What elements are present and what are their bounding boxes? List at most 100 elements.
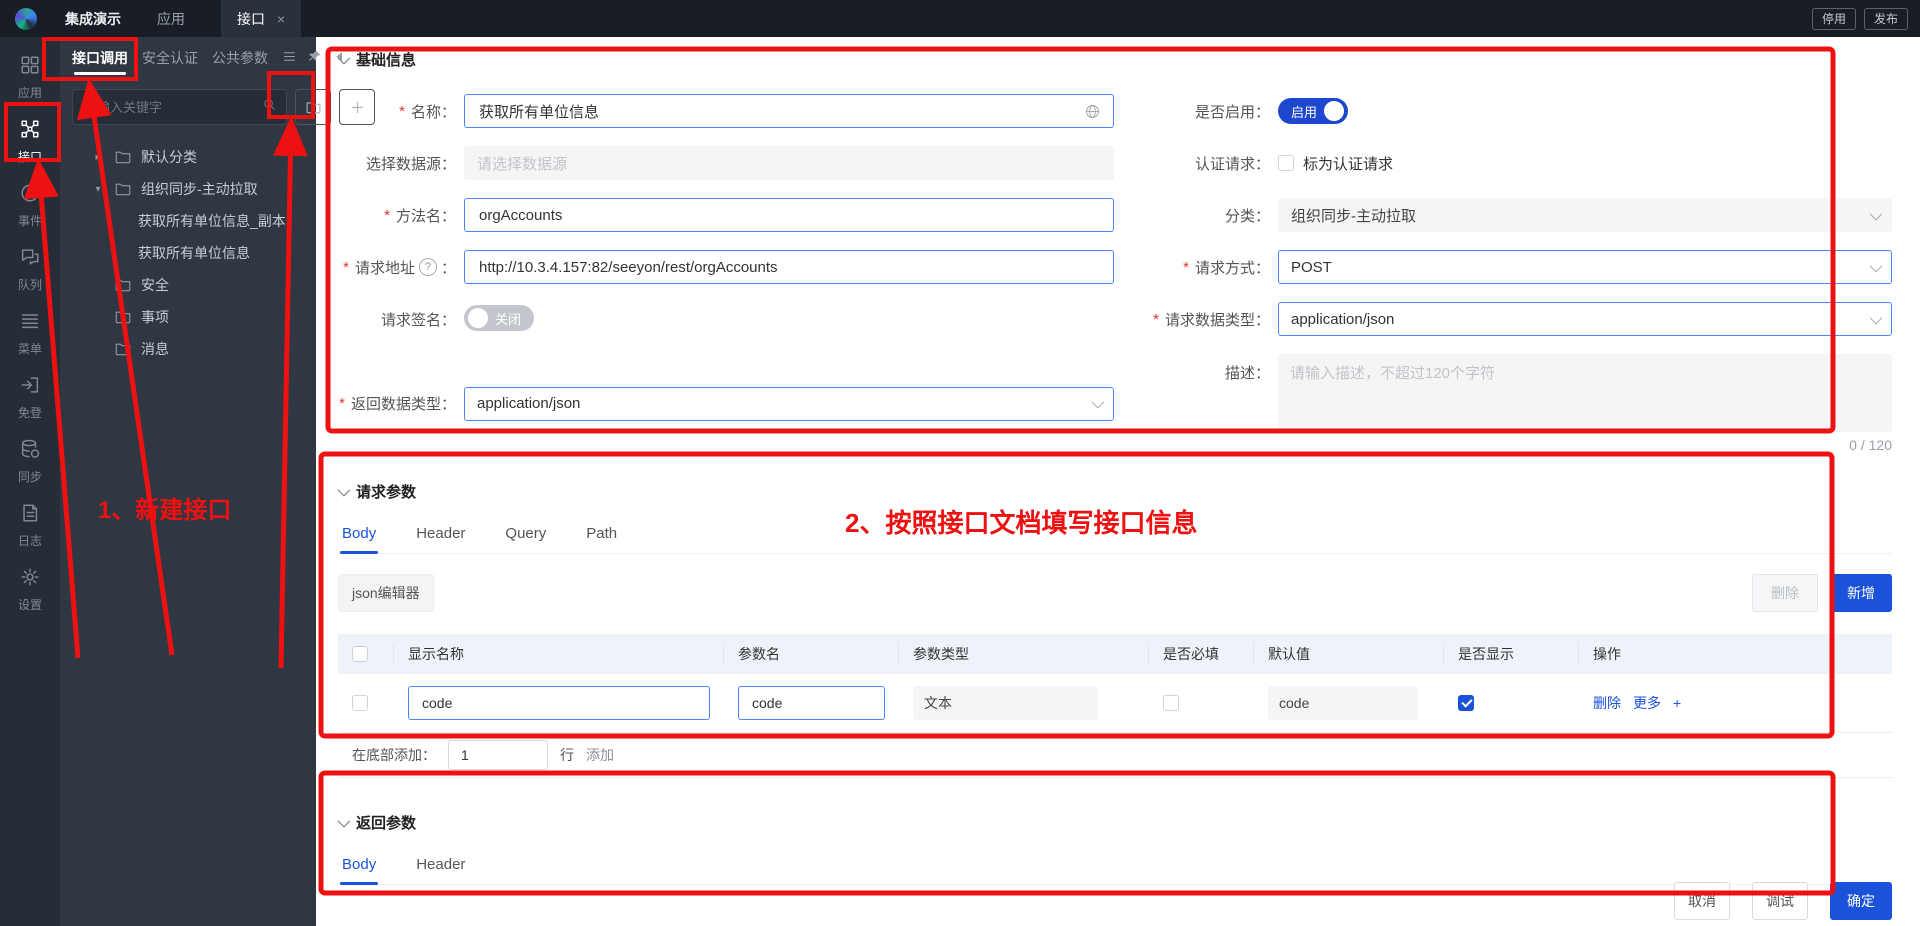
datasource-field[interactable]: 请选择数据源 <box>464 146 1114 180</box>
section-request-header[interactable]: 请求参数 <box>337 481 1892 502</box>
section-basic-header[interactable]: 基础信息 <box>337 49 1892 70</box>
section-return-header[interactable]: 返回参数 <box>337 812 1892 833</box>
rail-item-events[interactable]: 事件 <box>0 173 60 237</box>
rail-item-label: 应用 <box>17 85 42 100</box>
rail-item-api[interactable]: 接口 <box>0 109 60 173</box>
publish-button[interactable]: 发布 <box>1863 7 1908 30</box>
resp-type-select[interactable]: application/json <box>464 386 1114 421</box>
disable-button[interactable]: 停用 <box>1811 7 1856 30</box>
tree-item-label: 组织同步-主动拉取 <box>141 181 258 197</box>
row-add-link[interactable]: + <box>1673 695 1681 711</box>
row-checkbox[interactable] <box>352 695 368 711</box>
auth-checkbox-label: 标为认证请求 <box>1303 155 1394 173</box>
http-method-select[interactable]: POST <box>1278 250 1892 284</box>
rail-item-logs[interactable]: 日志 <box>0 493 60 557</box>
search-input[interactable] <box>82 98 262 116</box>
list-icon[interactable] <box>282 49 297 67</box>
alert-circle-icon <box>19 182 41 207</box>
pin-icon[interactable] <box>307 49 322 67</box>
auth-checkbox[interactable] <box>1278 155 1294 171</box>
tab-api-call[interactable]: 接口调用 <box>72 37 128 79</box>
url-input[interactable] <box>477 257 1101 277</box>
tree-item-folder[interactable]: 安全 <box>60 269 316 301</box>
tab-header[interactable]: Header <box>414 516 467 553</box>
rail-item-sync[interactable]: 同步 <box>0 429 60 493</box>
delete-button[interactable]: 删除 <box>1752 574 1818 612</box>
name-input[interactable] <box>477 101 1076 121</box>
tree-item-folder[interactable]: 消息 <box>60 333 316 365</box>
param-name-input[interactable] <box>750 694 873 712</box>
nav-item-apps[interactable]: 应用 <box>157 9 185 29</box>
confirm-button[interactable]: 确定 <box>1830 882 1892 920</box>
tab-body[interactable]: Body <box>340 516 379 554</box>
param-name-field[interactable] <box>738 686 885 720</box>
enable-toggle[interactable]: 启用 <box>1278 98 1349 124</box>
help-icon[interactable]: ? <box>418 258 437 276</box>
tree-list: ▸ 默认分类 ▾ 组织同步-主动拉取 获取所有单位信息_副本 获取所有单位信息 … <box>60 129 316 377</box>
cancel-button[interactable]: 取消 <box>1674 882 1730 920</box>
search-box[interactable] <box>72 89 287 125</box>
rail-item-label: 设置 <box>17 597 42 612</box>
add-param-button[interactable]: 新增 <box>1830 574 1892 612</box>
param-type-select[interactable]: 文本 <box>913 686 1098 720</box>
rail-item-label: 接口 <box>17 149 42 164</box>
chevron-down-icon <box>1869 259 1883 272</box>
tab-return-header[interactable]: Header <box>414 847 467 884</box>
description-textarea[interactable] <box>1278 354 1892 432</box>
row-count-input[interactable] <box>459 746 537 764</box>
add-button[interactable] <box>339 89 375 125</box>
rail-item-menu[interactable]: 菜单 <box>0 301 60 365</box>
row-actions: 删除 更多 + <box>1579 693 1892 713</box>
name-field[interactable] <box>464 94 1114 128</box>
rail-item-label: 菜单 <box>17 341 42 356</box>
tree-item-api[interactable]: 获取所有单位信息 <box>60 237 316 269</box>
row-delete-link[interactable]: 删除 <box>1593 693 1621 713</box>
rail-item-label: 日志 <box>17 533 42 548</box>
method-input[interactable] <box>477 205 1101 225</box>
rail-item-sso[interactable]: 免登 <box>0 365 60 429</box>
row-count-field[interactable] <box>448 740 548 770</box>
debug-button[interactable]: 调试 <box>1752 882 1808 920</box>
param-table-header: 显示名称 参数名 参数类型 是否必填 默认值 是否显示 操作 <box>338 634 1892 674</box>
select-all-checkbox[interactable] <box>352 646 368 662</box>
close-icon[interactable]: × <box>277 11 285 27</box>
display-name-input[interactable] <box>420 694 698 712</box>
method-field[interactable] <box>464 198 1114 232</box>
tab-path[interactable]: Path <box>584 516 619 553</box>
nav-item-integration-demo[interactable]: 集成演示 <box>65 9 121 29</box>
globe-icon[interactable] <box>1084 103 1101 120</box>
default-value-field[interactable]: code <box>1268 686 1418 720</box>
tab-query[interactable]: Query <box>503 516 548 553</box>
main-content: 基础信息 *名称： 是否启用： 启用 选择数据源： <box>316 37 1920 926</box>
tree-item-api[interactable]: 获取所有单位信息_副本 <box>60 205 316 237</box>
rail-item-apps[interactable]: 应用 <box>0 45 60 109</box>
tab-security-auth[interactable]: 安全认证 <box>142 37 198 79</box>
tree-item-folder[interactable]: ▸ 默认分类 <box>60 141 316 173</box>
display-name-field[interactable] <box>408 686 710 720</box>
app-logo-icon <box>15 7 37 30</box>
category-select[interactable]: 组织同步-主动拉取 <box>1278 198 1892 232</box>
tab-return-body[interactable]: Body <box>340 847 379 885</box>
tab-common-params[interactable]: 公共参数 <box>212 37 268 79</box>
rail-item-queue[interactable]: 队列 <box>0 237 60 301</box>
database-icon <box>19 438 41 463</box>
caret-down-icon[interactable]: ▾ <box>90 184 106 195</box>
tree-item-folder[interactable]: ▾ 组织同步-主动拉取 <box>60 173 316 205</box>
visible-checkbox[interactable] <box>1458 695 1474 711</box>
rail-item-settings[interactable]: 设置 <box>0 557 60 621</box>
row-more-link[interactable]: 更多 <box>1633 693 1661 713</box>
url-field[interactable] <box>464 250 1114 284</box>
chevron-down-icon <box>1869 207 1883 220</box>
required-checkbox[interactable] <box>1163 695 1179 711</box>
tree-item-label: 获取所有单位信息 <box>138 245 250 261</box>
tree-item-label: 安全 <box>141 277 169 293</box>
collapse-panel-icon[interactable] <box>332 49 347 67</box>
sign-toggle[interactable]: 关闭 <box>464 305 535 331</box>
tab-api[interactable]: 接口 × <box>221 0 302 37</box>
json-editor-button[interactable]: json编辑器 <box>338 574 434 612</box>
folder-button[interactable] <box>295 89 331 125</box>
tree-item-folder[interactable]: 事项 <box>60 301 316 333</box>
caret-right-icon[interactable]: ▸ <box>90 152 106 163</box>
req-type-select[interactable]: application/json <box>1278 302 1892 336</box>
add-rows-link[interactable]: 添加 <box>586 745 614 765</box>
